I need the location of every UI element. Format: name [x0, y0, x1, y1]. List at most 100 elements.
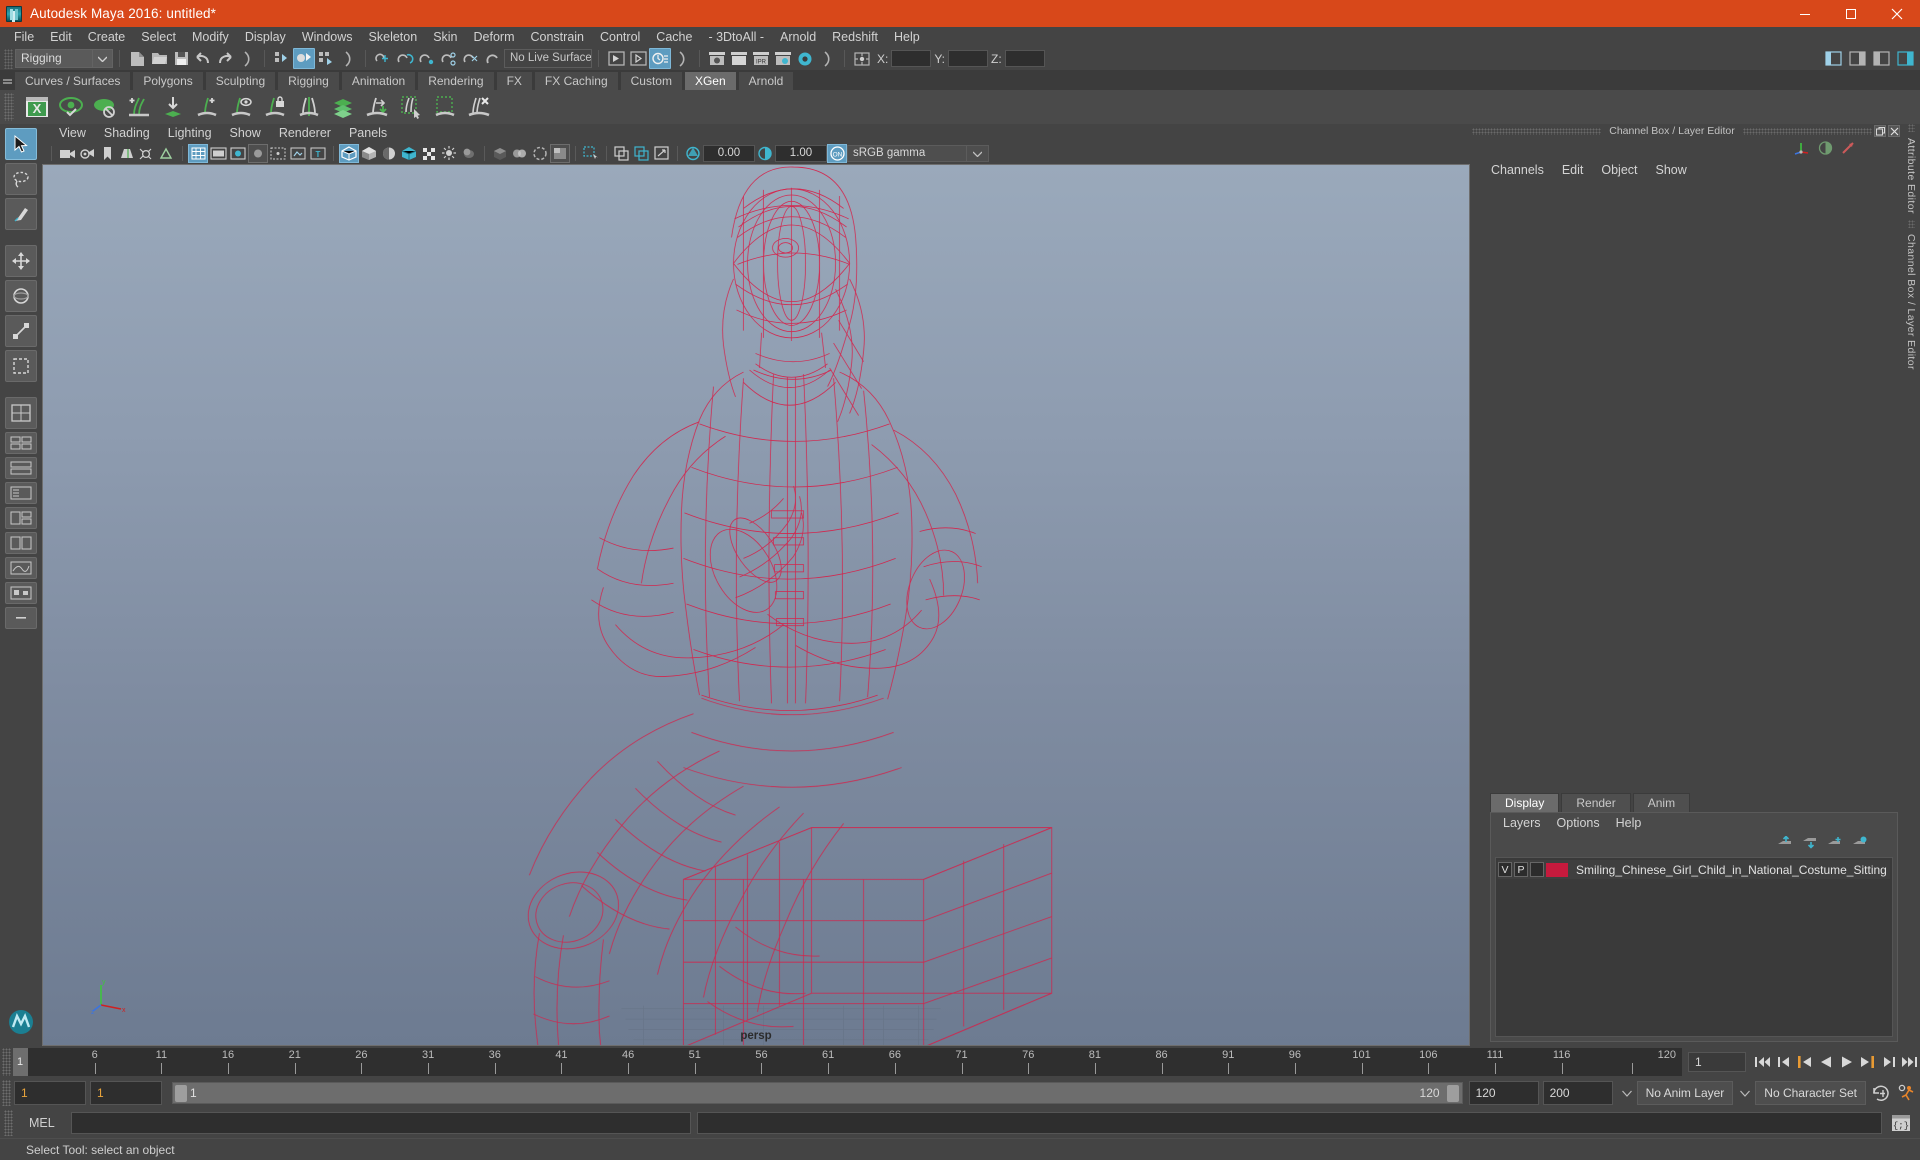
menu-item-cache[interactable]: Cache [648, 27, 700, 47]
two-pane-side-layout[interactable] [5, 532, 37, 554]
layer-menu-layers[interactable]: Layers [1495, 816, 1549, 830]
rotate-tool[interactable] [5, 280, 37, 312]
panel-drag-dots[interactable] [1472, 127, 1602, 135]
hierarchy-select-icon[interactable] [271, 48, 293, 69]
undo-icon[interactable] [192, 48, 214, 69]
axis-x-field[interactable] [891, 50, 932, 67]
menu-item-windows[interactable]: Windows [294, 27, 361, 47]
select-camera-icon[interactable] [57, 144, 77, 163]
status-line-grip[interactable] [4, 48, 13, 69]
show-hide-channel-box-icon[interactable] [1894, 48, 1916, 69]
object-select-icon[interactable] [293, 48, 315, 69]
use-all-lights-icon[interactable] [439, 144, 459, 163]
animation-preferences-icon[interactable] [1894, 1081, 1920, 1105]
axis-y-field[interactable] [948, 50, 989, 67]
shelf-tab-fx[interactable]: FX [495, 71, 533, 90]
gamma-icon[interactable] [755, 144, 775, 163]
close-icon[interactable] [1874, 0, 1920, 27]
character-set-field[interactable]: No Character Set [1755, 1081, 1866, 1105]
menu-item-constrain[interactable]: Constrain [523, 27, 593, 47]
film-origin-icon[interactable] [268, 144, 288, 163]
shadows-toggle-icon[interactable] [459, 144, 479, 163]
texture-icon[interactable] [419, 144, 439, 163]
time-slider-grip[interactable] [2, 1048, 11, 1076]
side-tab-attribute-editor[interactable]: Attribute Editor [1905, 132, 1917, 220]
script-editor-icon[interactable]: {;} [1888, 1111, 1914, 1135]
menu-item-display[interactable]: Display [237, 27, 294, 47]
component-select-icon[interactable] [315, 48, 337, 69]
layer-tab-render[interactable]: Render [1561, 793, 1631, 812]
chevron-down-icon[interactable] [967, 145, 989, 162]
film-gate-icon[interactable] [208, 144, 228, 163]
snap-to-projected-center-icon[interactable] [438, 48, 460, 69]
scale-tool[interactable] [5, 315, 37, 347]
viewport-menu-shading[interactable]: Shading [95, 124, 159, 143]
perspective-viewport[interactable]: y x z persp [42, 164, 1470, 1046]
xgen-mirror-icon[interactable] [292, 91, 326, 123]
move-tool[interactable] [5, 245, 37, 277]
layer-tab-anim[interactable]: Anim [1632, 793, 1691, 812]
xgen-lock-icon[interactable] [258, 91, 292, 123]
arnold-render-icon[interactable] [794, 48, 816, 69]
gamma-field[interactable]: 1.00 [775, 145, 827, 162]
copy-view-icon[interactable] [612, 144, 632, 163]
move-layer-up-icon[interactable] [1777, 835, 1792, 852]
bookmark-icon[interactable] [97, 144, 117, 163]
range-start-handle[interactable] [175, 1085, 187, 1102]
range-end-handle[interactable] [1446, 1085, 1459, 1102]
range-slider-grip[interactable] [2, 1080, 11, 1106]
paint-select-tool[interactable] [5, 198, 37, 230]
shelf-tab-arnold[interactable]: Arnold [737, 71, 795, 90]
go-to-end-icon[interactable] [1899, 1051, 1920, 1073]
isolate-select-icon[interactable] [550, 144, 570, 163]
ipr-render-icon[interactable] [627, 48, 649, 69]
xgen-length-icon[interactable] [360, 91, 394, 123]
three-pane-layout[interactable] [5, 507, 37, 529]
xgen-delete-icon[interactable] [462, 91, 496, 123]
axis-z-field[interactable] [1004, 50, 1045, 67]
exposure-field[interactable]: 0.00 [703, 145, 755, 162]
xgen-clump-icon[interactable] [428, 91, 462, 123]
anim-layer-field[interactable]: No Anim Layer [1636, 1081, 1734, 1105]
layer-playback-toggle[interactable]: P [1514, 862, 1528, 877]
layer-color-swatch[interactable] [1546, 862, 1568, 877]
menu-item-select[interactable]: Select [133, 27, 184, 47]
auto-keyframe-icon[interactable] [1868, 1081, 1894, 1105]
xgen-layers-icon[interactable] [326, 91, 360, 123]
channel-box-content[interactable] [1470, 180, 1902, 792]
shelf-tab-xgen[interactable]: XGen [683, 71, 737, 90]
new-layer-icon[interactable] [1827, 836, 1842, 852]
shelf-tab-rendering[interactable]: Rendering [417, 71, 495, 90]
viewport-menu-lighting[interactable]: Lighting [159, 124, 221, 143]
layer-visibility-toggle[interactable]: V [1498, 862, 1512, 877]
menu-item-skeleton[interactable]: Skeleton [361, 27, 426, 47]
maximize-icon[interactable] [1828, 0, 1874, 27]
panel-drag-dots[interactable] [1742, 127, 1872, 135]
new-layer-from-selected-icon[interactable] [1852, 836, 1867, 852]
chevron-down-icon[interactable] [93, 49, 113, 68]
resolution-gate-icon[interactable] [228, 144, 248, 163]
menu-item-redshift[interactable]: Redshift [824, 27, 886, 47]
attribute-editor-icon[interactable] [1841, 141, 1856, 158]
select-tool[interactable] [5, 128, 37, 160]
go-to-start-icon[interactable] [1752, 1051, 1773, 1073]
xgen-editor-icon[interactable]: X [20, 91, 54, 123]
step-back-keyframe-icon[interactable] [1773, 1051, 1794, 1073]
channel-menu-show[interactable]: Show [1647, 163, 1696, 177]
xgen-add-description-icon[interactable] [190, 91, 224, 123]
exposure-icon[interactable] [683, 144, 703, 163]
minimize-icon[interactable] [1782, 0, 1828, 27]
snap-to-curve-icon[interactable] [394, 48, 416, 69]
display-layer-list[interactable]: V P Smiling_Chinese_Girl_Child_in_Nation… [1495, 857, 1893, 1037]
selection-mask-handle-icon[interactable] [671, 48, 693, 69]
time-slider[interactable]: 1 6 11 16 21 26 31 36 41 46 51 56 61 66 71 76 81 86 91 96 1… [13, 1048, 1620, 1076]
gate-mask-icon[interactable] [248, 144, 268, 163]
last-tool-used[interactable] [5, 350, 37, 382]
xray-joints-icon[interactable]: T [308, 144, 328, 163]
color-space-field[interactable]: sRGB gamma [847, 145, 967, 162]
grid-icon[interactable] [188, 144, 208, 163]
chevron-down-icon[interactable] [1735, 1081, 1755, 1105]
smooth-shade-all-icon[interactable] [359, 144, 379, 163]
command-input-field[interactable] [71, 1112, 691, 1134]
playback-start-time-field[interactable]: 1 [90, 1081, 162, 1105]
